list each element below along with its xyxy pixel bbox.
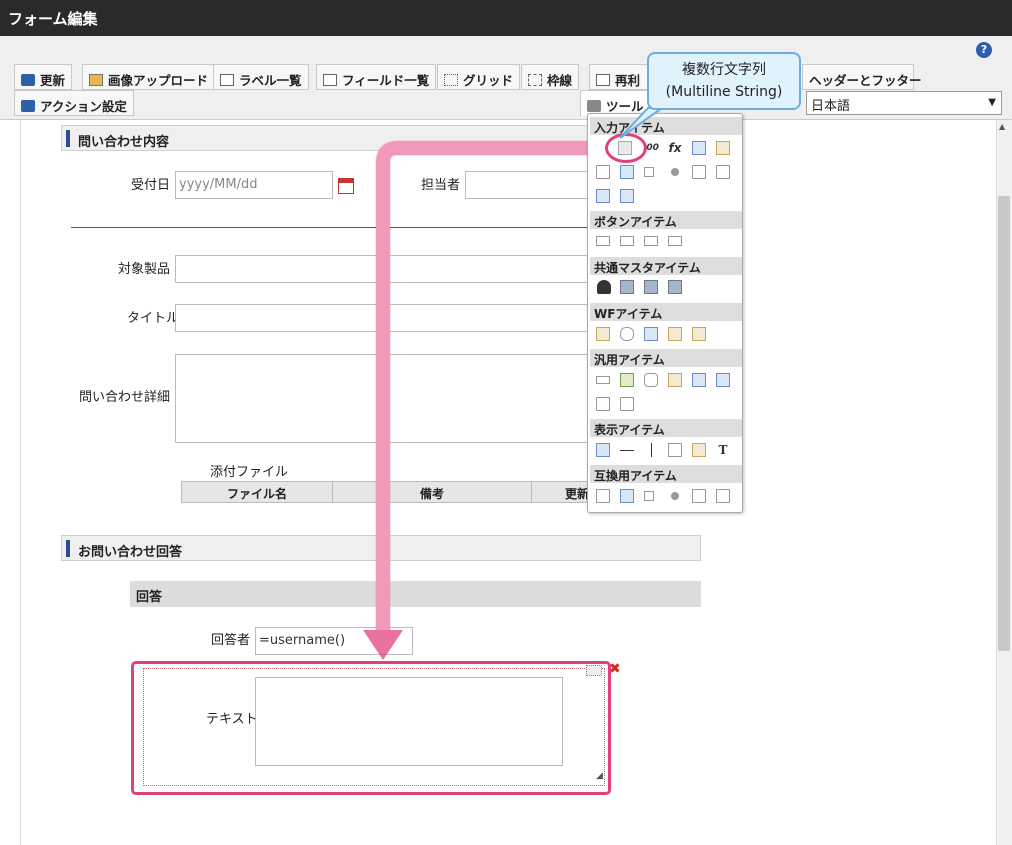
text-field-icon[interactable] xyxy=(596,376,610,384)
horizontal-line-icon[interactable] xyxy=(620,450,634,451)
compat-select-icon[interactable] xyxy=(596,489,610,503)
radio-icon[interactable] xyxy=(671,168,679,176)
return-button-icon[interactable] xyxy=(668,236,682,246)
file-upload-icon[interactable] xyxy=(596,189,610,203)
card-icon[interactable] xyxy=(620,397,634,411)
vertical-line-icon[interactable] xyxy=(651,443,652,457)
grid-table-icon[interactable] xyxy=(620,189,634,203)
next-button-icon[interactable] xyxy=(620,236,634,246)
palette-section-display: 表示アイテム xyxy=(590,419,742,437)
back-button-icon[interactable] xyxy=(644,236,658,246)
history-icon[interactable] xyxy=(668,327,682,341)
download-doc-icon[interactable] xyxy=(716,373,730,387)
formula-icon[interactable]: fx xyxy=(668,141,682,155)
department-icon[interactable] xyxy=(668,280,682,294)
compat-radio-icon[interactable] xyxy=(671,492,679,500)
datetime-icon[interactable] xyxy=(716,141,730,155)
camera-icon[interactable] xyxy=(644,373,658,387)
palette-section-general: 汎用アイテム xyxy=(590,349,742,367)
user-icon[interactable] xyxy=(597,280,611,294)
list-icon[interactable] xyxy=(620,165,634,179)
upload-doc-icon[interactable] xyxy=(692,373,706,387)
image-icon[interactable] xyxy=(644,327,658,341)
compat-listbox-icon[interactable] xyxy=(692,489,706,503)
checkbox-icon[interactable] xyxy=(644,167,654,177)
stamp-icon[interactable] xyxy=(692,327,706,341)
drag-arrow xyxy=(363,140,605,660)
label-icon[interactable] xyxy=(596,443,610,457)
box-icon[interactable] xyxy=(668,443,682,457)
document-icon[interactable] xyxy=(620,373,634,387)
panel-icon[interactable] xyxy=(596,397,610,411)
text-icon[interactable]: T xyxy=(716,443,730,457)
attachment-icon[interactable] xyxy=(620,327,634,341)
submit-button-icon[interactable] xyxy=(596,236,610,246)
compat-list-icon[interactable] xyxy=(620,489,634,503)
table-icon[interactable] xyxy=(716,165,730,179)
tooltip-line1: 複数行文字列 xyxy=(682,62,766,78)
picture-icon[interactable] xyxy=(692,443,706,457)
palette-section-master: 共通マスタアイテム xyxy=(590,257,742,275)
user-lookup-icon[interactable] xyxy=(668,373,682,387)
listbox-icon[interactable] xyxy=(692,165,706,179)
date-icon[interactable] xyxy=(692,141,706,155)
tooltip-line2: (Multiline String) xyxy=(665,84,783,100)
item-palette: 入力アイテム .00 fx ボタンアイテム 共通マスタアイテム WFアイテム 汎… xyxy=(587,113,743,513)
company-icon[interactable] xyxy=(644,280,658,294)
compat-checkbox-icon[interactable] xyxy=(644,491,654,501)
palette-section-button: ボタンアイテム xyxy=(590,211,742,229)
organization-icon[interactable] xyxy=(620,280,634,294)
compat-table-icon[interactable] xyxy=(716,489,730,503)
palette-section-compat: 互換用アイテム xyxy=(590,465,742,483)
select-icon[interactable] xyxy=(596,165,610,179)
tooltip-callout: 複数行文字列 (Multiline String) xyxy=(647,52,801,110)
clipboard-icon[interactable] xyxy=(596,327,610,341)
palette-section-wf: WFアイテム xyxy=(590,303,742,321)
